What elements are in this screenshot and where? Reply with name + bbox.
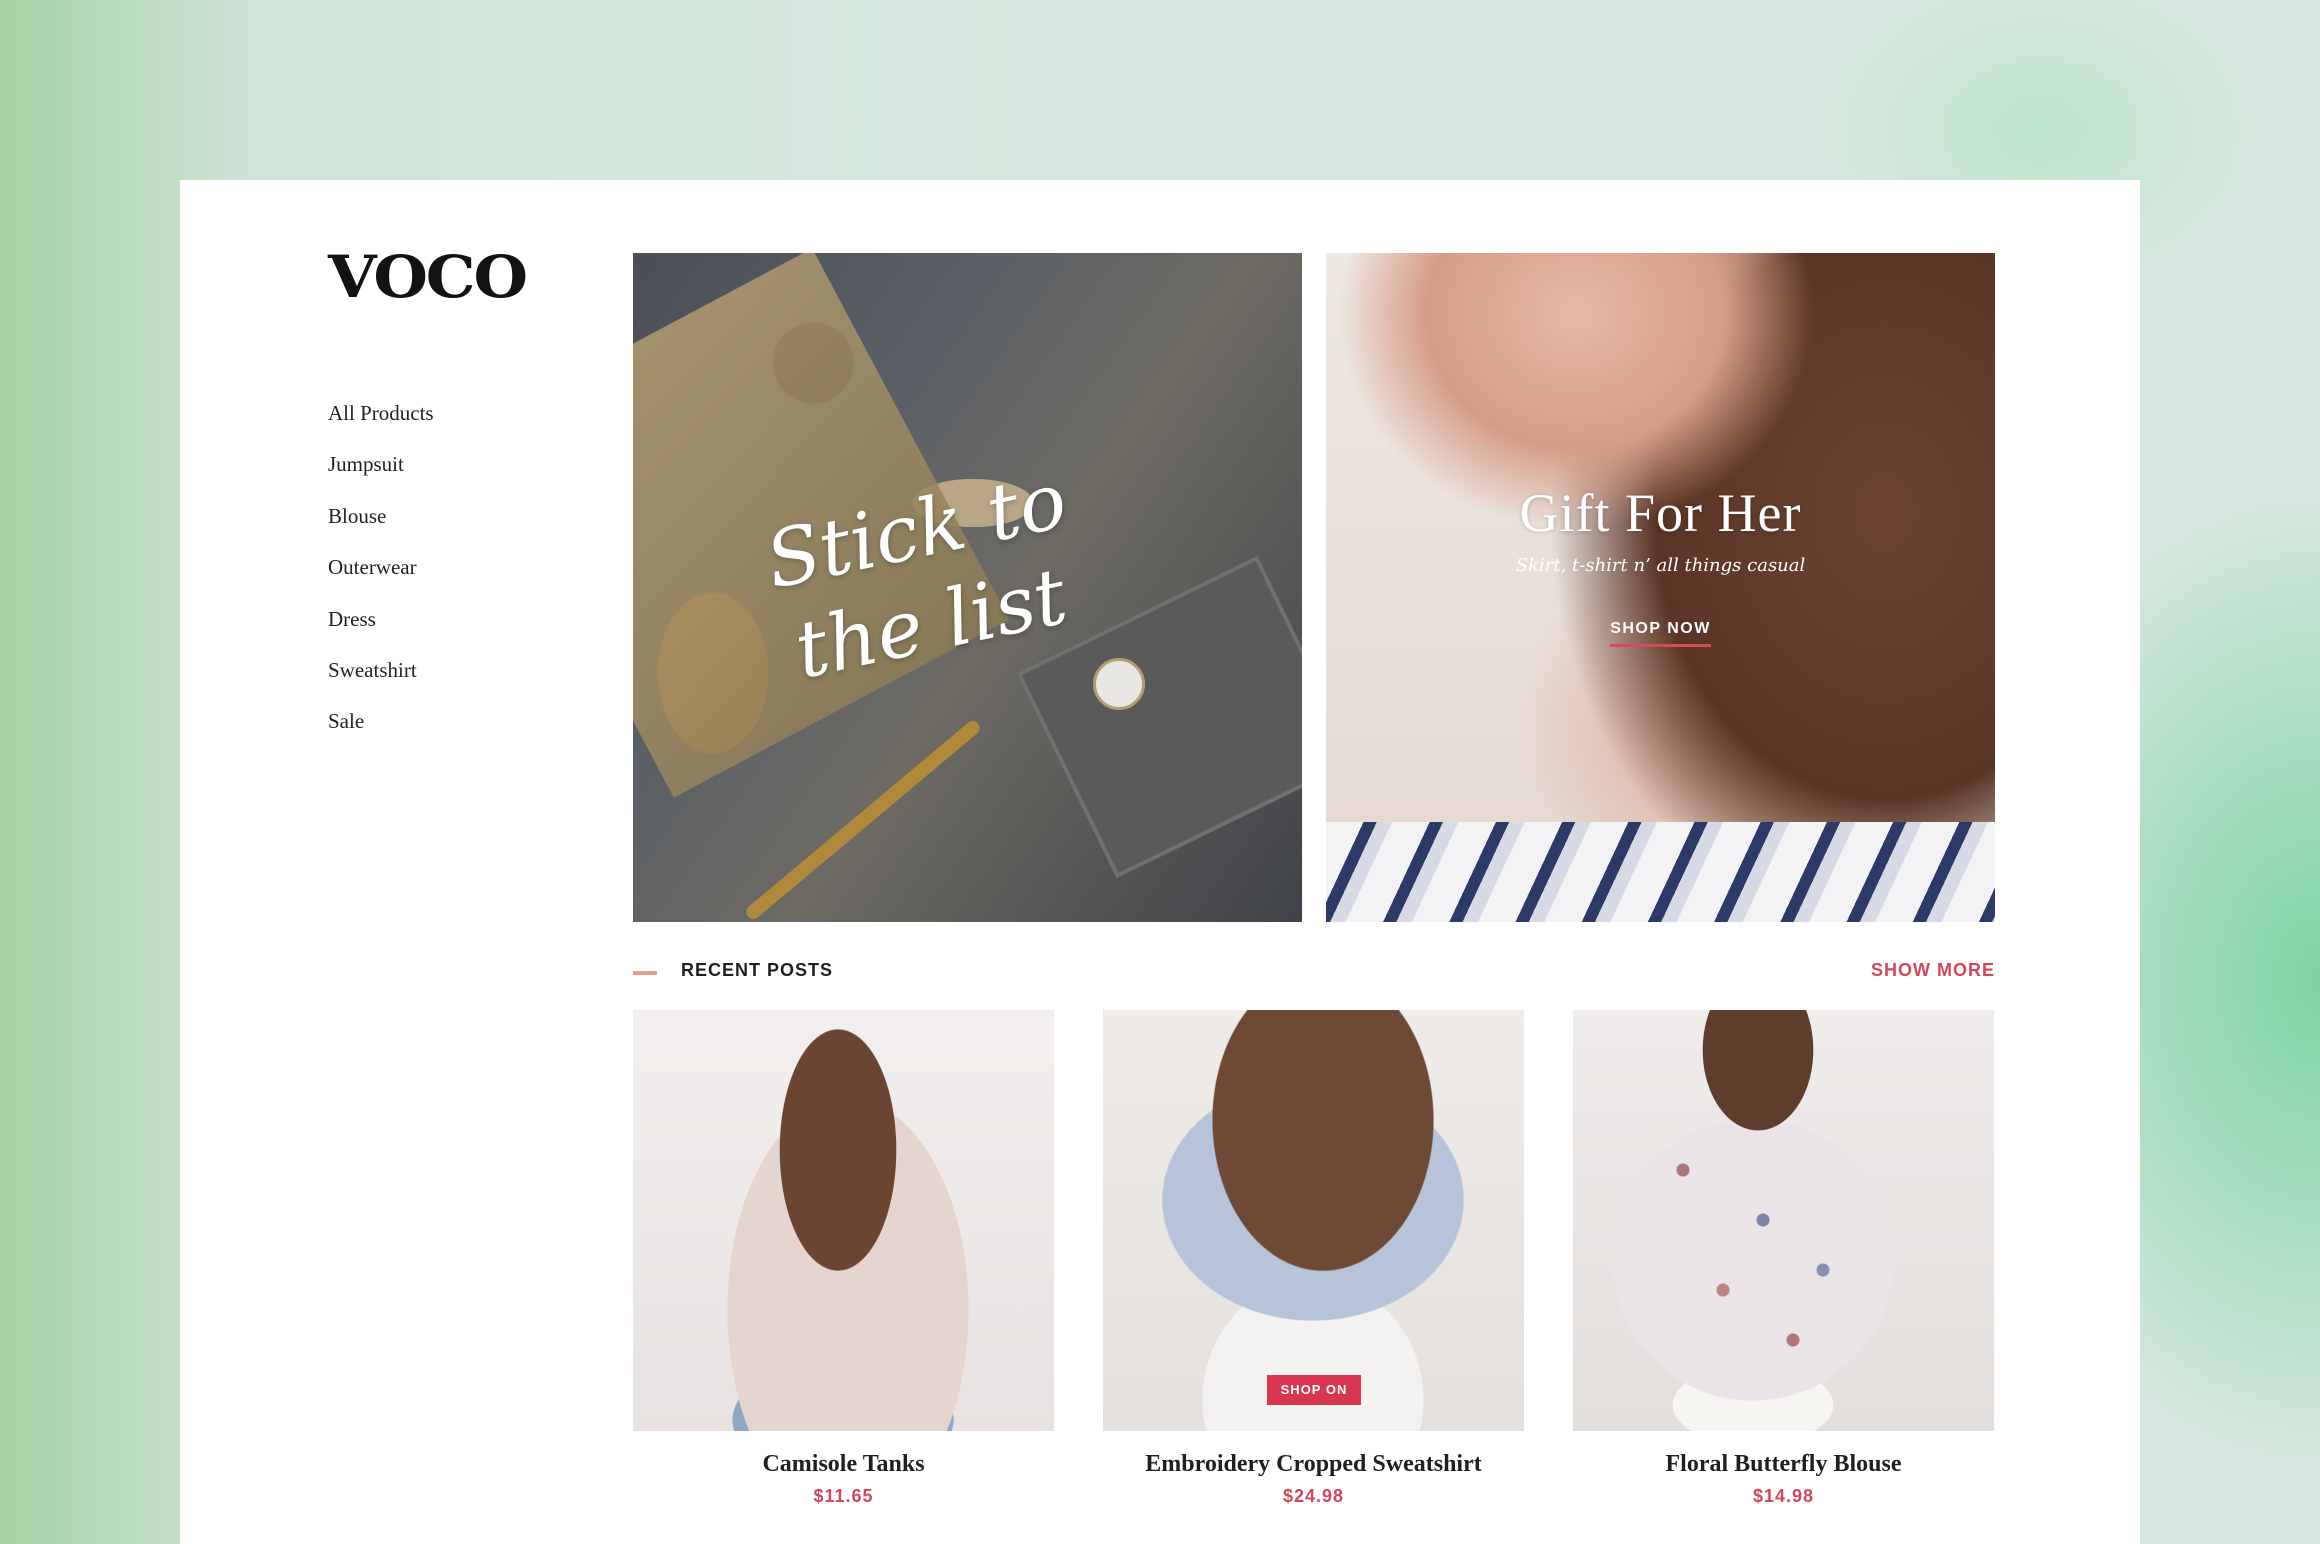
nav-item-blouse[interactable]: Blouse (328, 501, 434, 552)
recent-posts-heading: RECENT POSTS (681, 960, 834, 980)
promo-banner-stick-to-list[interactable]: Stick to the list (633, 253, 1302, 922)
product-image-blouse[interactable] (1573, 1010, 1994, 1431)
nav-item-all-products[interactable]: All Products (328, 398, 434, 449)
product-card: Floral Butterfly Blouse $14.98 (1573, 1010, 1994, 1507)
category-nav: All Products Jumpsuit Blouse Outerwear D… (328, 398, 434, 758)
shop-now-button[interactable]: SHOP NOW (1610, 620, 1711, 647)
banner-subtitle: Skirt, t-shirt n’ all things casual (1515, 555, 1806, 576)
product-image-sweatshirt[interactable]: SHOP ON (1103, 1010, 1524, 1431)
nav-item-sale[interactable]: Sale (328, 706, 434, 757)
product-name[interactable]: Floral Butterfly Blouse (1573, 1451, 1994, 1478)
promo-banner-gift-for-her[interactable]: Gift For Her Skirt, t-shirt n’ all thing… (1326, 253, 1995, 922)
watch-icon (1093, 658, 1145, 710)
shop-on-button[interactable]: SHOP ON (1267, 1375, 1361, 1405)
product-price: $14.98 (1752, 1486, 1815, 1506)
nav-item-outerwear[interactable]: Outerwear (328, 552, 434, 603)
product-card: Camisole Tanks $11.65 (633, 1010, 1054, 1507)
nav-item-sweatshirt[interactable]: Sweatshirt (328, 655, 434, 706)
banner-title: Gift For Her (1519, 483, 1802, 543)
product-name[interactable]: Camisole Tanks (633, 1451, 1054, 1478)
storefront-page: VOCO All Products Jumpsuit Blouse Outerw… (180, 180, 2140, 1544)
scissors-icon (743, 718, 983, 922)
product-price: $24.98 (1282, 1486, 1345, 1506)
product-image-camisole[interactable] (633, 1010, 1054, 1431)
product-card: SHOP ON Embroidery Cropped Sweatshirt $2… (1103, 1010, 1524, 1507)
banner-photo-striped-top (1326, 822, 1995, 922)
product-price: $11.65 (813, 1486, 874, 1506)
nav-item-dress[interactable]: Dress (328, 604, 434, 655)
nav-item-jumpsuit[interactable]: Jumpsuit (328, 449, 434, 500)
show-more-link[interactable]: SHOW MORE (1871, 960, 1995, 981)
product-name[interactable]: Embroidery Cropped Sweatshirt (1103, 1451, 1524, 1478)
banner-copy: Gift For Her Skirt, t-shirt n’ all thing… (1326, 483, 1995, 647)
section-dash (633, 971, 657, 975)
brand-logo[interactable]: VOCO (328, 248, 528, 306)
